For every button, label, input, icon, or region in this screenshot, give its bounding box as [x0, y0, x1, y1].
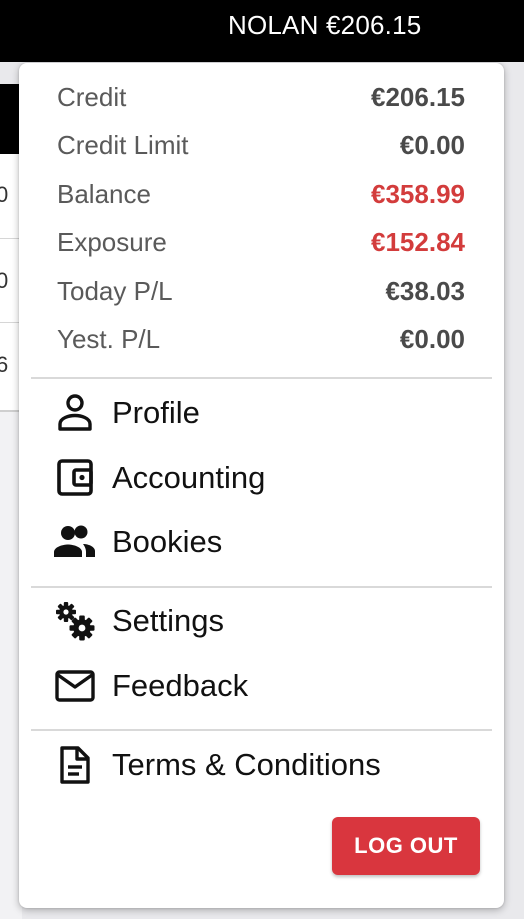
wallet-icon — [53, 458, 97, 498]
credit-row: Credit €206.15 — [57, 77, 465, 117]
yesterday-pl-row: Yest. P/L €0.00 — [57, 319, 465, 359]
document-icon — [53, 745, 97, 785]
menu-item-label: Accounting — [112, 460, 266, 495]
background-cell: 6 — [0, 352, 9, 377]
menu-item-feedback[interactable]: Feedback — [49, 658, 489, 714]
balance-row: Balance €358.99 — [57, 174, 465, 214]
menu-item-bookies[interactable]: Bookies — [49, 514, 489, 570]
menu-item-label: Bookies — [112, 524, 223, 559]
people-icon — [53, 522, 97, 562]
gears-icon — [53, 601, 97, 641]
menu-item-profile[interactable]: Profile — [49, 385, 489, 441]
menu-item-accounting[interactable]: Accounting — [49, 450, 489, 506]
credit-value: €206.15 — [371, 82, 465, 112]
menu-item-label: Profile — [112, 395, 200, 430]
yesterday-pl-value: €0.00 — [399, 324, 465, 354]
exposure-value: €152.84 — [371, 227, 465, 257]
top-bar: NOLAN €206.15 — [0, 0, 524, 62]
divider — [31, 586, 492, 588]
account-dropdown: Credit €206.15 Credit Limit €0.00 Balanc… — [19, 63, 504, 908]
menu-item-terms[interactable]: Terms & Conditions — [49, 737, 489, 793]
mail-icon — [53, 666, 97, 706]
credit-limit-row: Credit Limit €0.00 — [57, 125, 465, 165]
today-pl-value: €38.03 — [385, 276, 465, 306]
background-cell: 0 — [0, 268, 9, 293]
balance-label: Balance — [57, 179, 151, 209]
divider — [31, 377, 492, 379]
yesterday-pl-label: Yest. P/L — [57, 324, 161, 354]
menu-item-label: Terms & Conditions — [112, 747, 381, 782]
today-pl-row: Today P/L €38.03 — [57, 271, 465, 311]
background-cell: 0 — [0, 182, 9, 207]
person-icon — [53, 393, 97, 433]
credit-label: Credit — [57, 82, 127, 112]
menu-item-settings[interactable]: Settings — [49, 593, 489, 649]
menu-item-label: Settings — [112, 603, 225, 638]
balance-value: €358.99 — [371, 179, 465, 209]
today-pl-label: Today P/L — [57, 276, 173, 306]
credit-limit-label: Credit Limit — [57, 130, 189, 160]
account-menu-trigger[interactable]: NOLAN €206.15 — [228, 10, 421, 40]
menu-item-label: Feedback — [112, 668, 249, 703]
logout-button[interactable]: LOG OUT — [332, 817, 480, 875]
exposure-label: Exposure — [57, 227, 167, 257]
credit-limit-value: €0.00 — [399, 130, 465, 160]
divider — [31, 729, 492, 731]
exposure-row: Exposure €152.84 — [57, 222, 465, 262]
